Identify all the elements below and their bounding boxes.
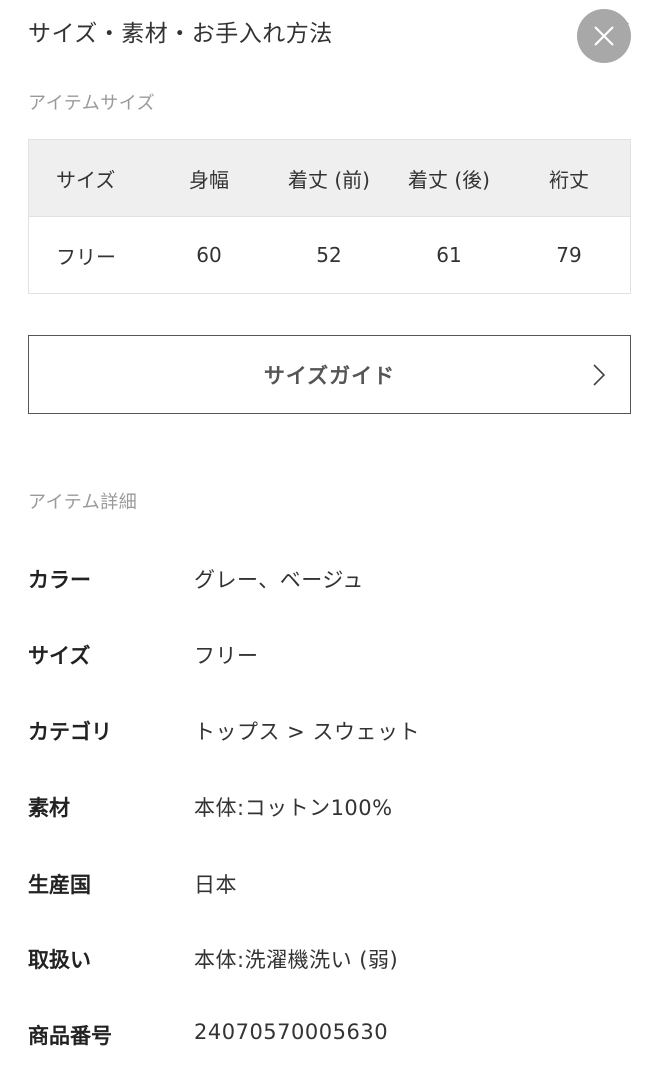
item-size-heading: アイテムサイズ: [28, 93, 156, 114]
detail-key: 素材: [28, 796, 70, 820]
detail-key: カテゴリ: [28, 720, 112, 744]
size-table-header: サイズ 身幅 着丈 (前) 着丈 (後) 裄丈: [29, 140, 630, 216]
modal-title: サイズ・素材・お手入れ方法: [28, 21, 333, 47]
table-cell: 52: [316, 243, 342, 267]
table-cell: フリー: [56, 244, 116, 269]
detail-value: 本体:コットン100%: [194, 796, 393, 820]
detail-value: 24070570005630: [194, 1020, 389, 1044]
modal-header: サイズ・素材・お手入れ方法: [0, 0, 659, 70]
detail-key: 生産国: [28, 873, 91, 897]
column-header: 着丈 (前): [288, 167, 370, 192]
table-cell: 79: [556, 243, 582, 267]
detail-value: 本体:洗濯機洗い (弱): [194, 948, 399, 972]
size-guide-label: サイズガイド: [263, 363, 396, 388]
table-cell: 60: [196, 243, 222, 267]
table-cell: 61: [436, 243, 462, 267]
chevron-right-icon: [593, 364, 606, 386]
detail-value: グレー、ベージュ: [194, 568, 364, 592]
detail-row-origin: 生産国 日本: [28, 869, 631, 909]
detail-row-product-number: 商品番号 24070570005630: [28, 1020, 631, 1060]
detail-row-color: カラー グレー、ベージュ: [28, 564, 631, 604]
close-icon: [594, 26, 614, 46]
table-row: フリー 60 52 61 79: [29, 216, 630, 293]
column-header: 身幅: [189, 167, 229, 192]
detail-value: 日本: [194, 873, 237, 897]
size-guide-button[interactable]: サイズガイド: [28, 335, 631, 414]
close-button[interactable]: [577, 9, 631, 63]
column-header: 裄丈: [549, 167, 589, 192]
column-header: 着丈 (後): [408, 167, 490, 192]
detail-row-care: 取扱い 本体:洗濯機洗い (弱): [28, 944, 631, 984]
column-header: サイズ: [56, 167, 116, 192]
detail-key: 取扱い: [28, 948, 91, 972]
detail-row-material: 素材 本体:コットン100%: [28, 792, 631, 832]
detail-key: カラー: [28, 568, 91, 592]
detail-value: トップス > スウェット: [194, 720, 420, 744]
detail-row-size: サイズ フリー: [28, 640, 631, 680]
item-detail-heading: アイテム詳細: [28, 492, 138, 513]
detail-row-category: カテゴリ トップス > スウェット: [28, 716, 631, 756]
detail-value: フリー: [194, 644, 259, 668]
detail-key: 商品番号: [28, 1024, 112, 1048]
detail-key: サイズ: [28, 644, 91, 668]
size-table: サイズ 身幅 着丈 (前) 着丈 (後) 裄丈 フリー 60 52 61 79: [28, 139, 631, 294]
